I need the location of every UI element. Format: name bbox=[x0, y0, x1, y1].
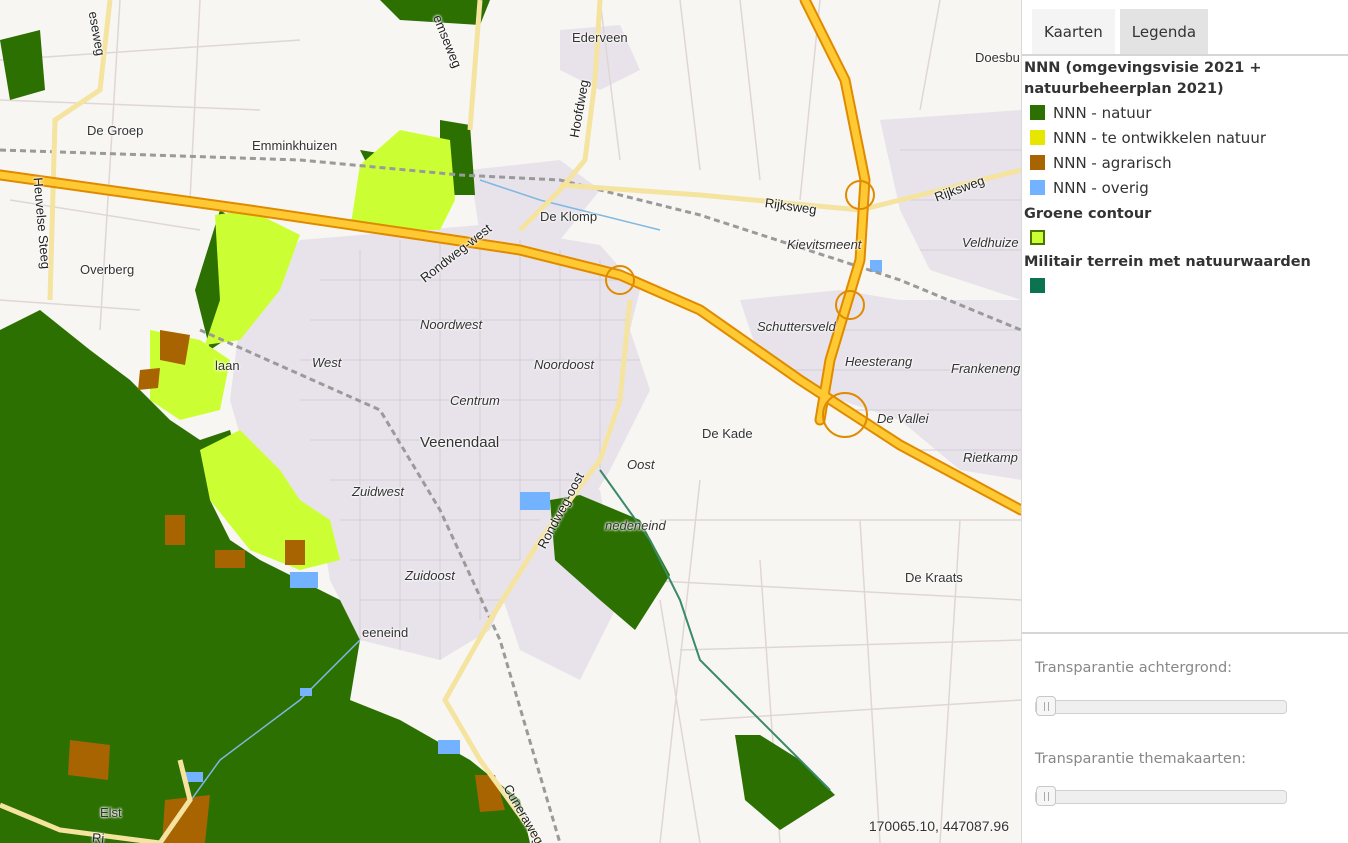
road-label: Ri bbox=[91, 830, 105, 843]
place-label: Centrum bbox=[450, 393, 500, 408]
place-label: Emminkhuizen bbox=[252, 138, 338, 153]
legend-item-label: NNN - natuur bbox=[1053, 103, 1152, 122]
place-label: De Vallei bbox=[877, 411, 929, 426]
legend-swatch bbox=[1030, 155, 1045, 170]
place-label: Overberg bbox=[80, 262, 135, 277]
coordinates-readout: 170065.10, 447087.96 bbox=[868, 818, 1009, 834]
place-label: Noordoost bbox=[534, 357, 594, 372]
slider-label-background: Transparantie achtergrond: bbox=[1035, 660, 1233, 676]
place-label: Oost bbox=[627, 457, 655, 472]
slider-handle[interactable] bbox=[1036, 696, 1056, 716]
legend-item-label: NNN - overig bbox=[1053, 178, 1149, 197]
tab-bar: Kaarten Legenda bbox=[1032, 9, 1209, 54]
place-label: nedeneind bbox=[605, 518, 666, 533]
map-view[interactable]: Ederveen Doesbu De Groep Emminkhuizen De… bbox=[0, 0, 1021, 843]
legend-item-groene-contour bbox=[1024, 225, 1344, 250]
tab-kaarten[interactable]: Kaarten bbox=[1032, 9, 1115, 54]
legend-swatch bbox=[1030, 230, 1045, 245]
legend-item-natuur: NNN - natuur bbox=[1024, 100, 1344, 125]
legend-group-title: NNN (omgevingsvisie 2021 + natuurbeheerp… bbox=[1024, 60, 1262, 97]
legend-item-agrarisch: NNN - agrarisch bbox=[1024, 150, 1344, 175]
place-label: De Groep bbox=[87, 123, 144, 138]
place-label: laan bbox=[215, 358, 240, 373]
legend-item-militair bbox=[1024, 273, 1344, 298]
place-label: Doesbu bbox=[975, 50, 1020, 65]
legend: NNN (omgevingsvisie 2021 + natuurbeheerp… bbox=[1024, 58, 1344, 298]
place-label: De Kraats bbox=[905, 570, 963, 585]
tab-legenda[interactable]: Legenda bbox=[1119, 9, 1209, 54]
legend-swatch bbox=[1030, 180, 1045, 195]
place-label: Zuidoost bbox=[405, 568, 455, 583]
place-label: Kievitsmeent bbox=[787, 237, 862, 252]
place-label: Ederveen bbox=[572, 30, 628, 45]
legend-swatch bbox=[1030, 130, 1045, 145]
place-label: Frankeneng bbox=[951, 361, 1021, 376]
place-label: De Klomp bbox=[540, 209, 598, 224]
background-transparency-slider[interactable] bbox=[1035, 696, 1287, 716]
place-label: Schuttersveld bbox=[757, 319, 836, 334]
place-label: West bbox=[312, 355, 342, 370]
place-label: Veenendaal bbox=[420, 434, 500, 451]
place-label: Heesterang bbox=[845, 354, 913, 369]
tab-divider bbox=[1022, 54, 1348, 56]
legend-swatch bbox=[1030, 278, 1045, 293]
place-label: Veldhuize bbox=[962, 235, 1019, 250]
panel-divider bbox=[1022, 632, 1348, 634]
legend-item-overig: NNN - overig bbox=[1024, 175, 1344, 200]
legend-group-title: Militair terrein met natuurwaarden bbox=[1024, 254, 1311, 270]
place-label: Noordwest bbox=[420, 317, 483, 332]
legend-item-label: NNN - te ontwikkelen natuur bbox=[1053, 128, 1266, 147]
side-panel: Kaarten Legenda NNN (omgevingsvisie 2021… bbox=[1021, 0, 1348, 843]
map-canvas[interactable] bbox=[0, 0, 1021, 843]
place-label: eeneind bbox=[362, 625, 409, 640]
slider-label-theme: Transparantie themakaarten: bbox=[1035, 751, 1247, 767]
legend-item-label: NNN - agrarisch bbox=[1053, 153, 1172, 172]
place-label: De Kade bbox=[702, 426, 753, 441]
theme-transparency-slider[interactable] bbox=[1035, 786, 1287, 806]
place-label: Elst bbox=[100, 805, 122, 820]
place-label: Zuidwest bbox=[352, 484, 405, 499]
legend-group-title: Groene contour bbox=[1024, 206, 1152, 222]
slider-handle[interactable] bbox=[1036, 786, 1056, 806]
legend-item-te-ontwikkelen: NNN - te ontwikkelen natuur bbox=[1024, 125, 1344, 150]
legend-swatch bbox=[1030, 105, 1045, 120]
place-label: Rietkamp bbox=[963, 450, 1018, 465]
